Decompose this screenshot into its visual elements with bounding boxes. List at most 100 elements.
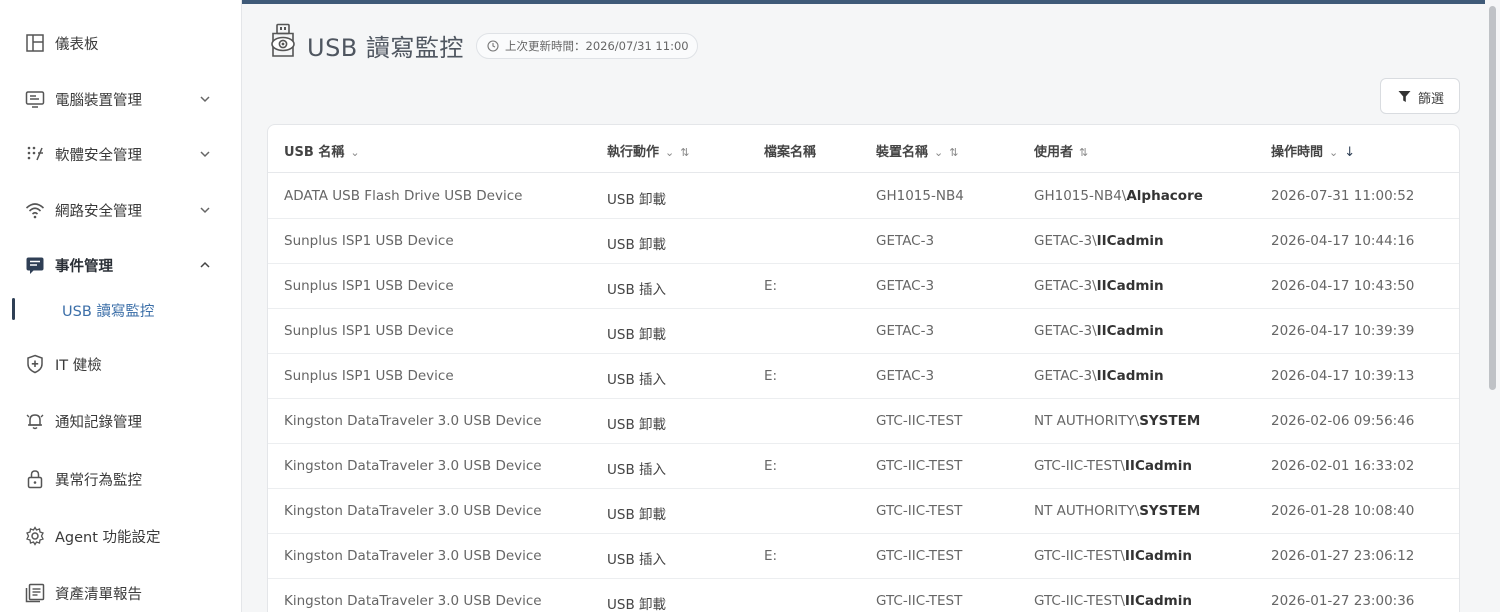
sort-icon: ⇅ (680, 146, 690, 159)
cell-file: E: (764, 278, 778, 294)
sidebar-item-network-security[interactable]: 網路安全管理 (0, 190, 241, 230)
sidebar-item-devices[interactable]: 電腦裝置管理 (0, 79, 241, 119)
user-domain: GH1015-NB4\ (1034, 188, 1127, 204)
sort-icon: ⇅ (949, 146, 959, 159)
cell-usb: Sunplus ISP1 USB Device (284, 368, 454, 384)
wifi-icon (25, 203, 45, 219)
user-domain: GTC-IIC-TEST\ (1034, 458, 1125, 474)
cell-file: E: (764, 368, 778, 384)
user-domain: NT AUTHORITY\ (1034, 503, 1140, 519)
cell-user: NT AUTHORITY\SYSTEM (1034, 413, 1200, 429)
sidebar-subitem-usb-monitor[interactable]: USB 讀寫監控 (0, 296, 241, 324)
cell-device: GTC-IIC-TEST (876, 593, 963, 609)
table-row[interactable]: Sunplus ISP1 USB Device USB 插入 E: GETAC-3 GE… (268, 264, 1459, 309)
cell-user: GETAC-3\IICadmin (1034, 323, 1164, 339)
cell-time: 2026-01-27 23:06:12 (1271, 548, 1415, 564)
sort-icon: ⇅ (1079, 146, 1089, 159)
cell-time: 2026-01-28 10:08:40 (1271, 503, 1415, 519)
user-domain: GETAC-3\ (1034, 368, 1097, 384)
usb-event-table: USB 名稱 ⌄ 執行動作 ⌄ ⇅ 檔案名稱 裝置名稱 ⌄ ⇅ 使用者 ⇅ 操作時間 ⌄ ↓ A… (267, 124, 1460, 612)
chevron-down-icon: ⌄ (1329, 146, 1339, 159)
filter-icon (1398, 91, 1411, 102)
last-updated-text: 上次更新時間：2026/07/31 11:00 (505, 39, 689, 53)
user-account: IICadmin (1124, 593, 1192, 609)
cell-device: GETAC-3 (876, 233, 935, 249)
column-header-device-name[interactable]: 裝置名稱 ⌄ ⇅ (876, 141, 958, 160)
table-row[interactable]: ADATA USB Flash Drive USB Device USB 卸載 GH… (268, 174, 1459, 219)
cell-user: GTC-IIC-TEST\IICadmin (1034, 593, 1192, 609)
table-row[interactable]: Sunplus ISP1 USB Device USB 插入 E: GETAC-3 GE… (268, 354, 1459, 399)
user-domain: GETAC-3\ (1034, 233, 1097, 249)
sidebar-item-label: 通知記錄管理 (55, 414, 142, 431)
cell-time: 2026-04-17 10:39:13 (1271, 368, 1415, 384)
sidebar-item-asset-report[interactable]: 資產清單報告 (0, 573, 241, 612)
sidebar-item-notification-log[interactable]: 通知記錄管理 (0, 401, 241, 441)
cell-user: GTC-IIC-TEST\IICadmin (1034, 458, 1192, 474)
cell-usb: Kingston DataTraveler 3.0 USB Device (284, 458, 542, 474)
cell-device: GETAC-3 (876, 278, 935, 294)
cell-usb: Sunplus ISP1 USB Device (284, 278, 454, 294)
user-account: IICadmin (1096, 278, 1164, 294)
cell-device: GETAC-3 (876, 368, 935, 384)
clock-icon (487, 40, 499, 52)
gear-icon (26, 526, 44, 546)
chevron-down-icon (200, 96, 210, 103)
user-account: IICadmin (1124, 458, 1192, 474)
table-row[interactable]: Kingston DataTraveler 3.0 USB Device USB … (268, 489, 1459, 534)
user-domain: NT AUTHORITY\ (1034, 413, 1140, 429)
sidebar-item-it-check[interactable]: IT 健檢 (0, 344, 241, 384)
usb-eye-icon (271, 23, 295, 57)
cell-action: USB 卸載 (607, 192, 667, 208)
monitor-icon (25, 91, 45, 108)
cell-device: GETAC-3 (876, 323, 935, 339)
cell-action: USB 卸載 (607, 237, 667, 253)
sidebar-item-label: 網路安全管理 (55, 203, 142, 220)
sidebar-item-software-security[interactable]: 軟體安全管理 (0, 134, 241, 174)
report-icon (25, 583, 45, 603)
user-account: IICadmin (1096, 323, 1164, 339)
column-header-operation-time[interactable]: 操作時間 ⌄ ↓ (1271, 141, 1355, 160)
column-header-usb-name[interactable]: USB 名稱 ⌄ (284, 141, 360, 160)
cell-usb: Kingston DataTraveler 3.0 USB Device (284, 413, 542, 429)
user-domain: GTC-IIC-TEST\ (1034, 548, 1125, 564)
table-row[interactable]: Kingston DataTraveler 3.0 USB Device USB … (268, 534, 1459, 579)
column-header-action[interactable]: 執行動作 ⌄ ⇅ (607, 141, 689, 160)
cell-device: GH1015-NB4 (876, 188, 964, 204)
sidebar-item-event-management[interactable]: 事件管理 (0, 245, 241, 285)
cell-user: GTC-IIC-TEST\IICadmin (1034, 548, 1192, 564)
column-header-user[interactable]: 使用者 ⇅ (1034, 141, 1088, 160)
table-row[interactable]: Kingston DataTraveler 3.0 USB Device USB … (268, 444, 1459, 489)
cell-action: USB 卸載 (607, 597, 667, 612)
table-row[interactable]: Sunplus ISP1 USB Device USB 卸載 GETAC-3 GETA… (268, 309, 1459, 354)
event-list-icon (26, 257, 44, 274)
sidebar-item-anomaly-monitor[interactable]: 異常行為監控 (0, 459, 241, 499)
cell-action: USB 插入 (607, 462, 667, 478)
cell-usb: ADATA USB Flash Drive USB Device (284, 188, 523, 204)
cell-device: GTC-IIC-TEST (876, 413, 963, 429)
sidebar-item-dashboard[interactable]: 儀表板 (0, 23, 241, 63)
chevron-down-icon (200, 207, 210, 214)
cell-usb: Kingston DataTraveler 3.0 USB Device (284, 503, 542, 519)
active-indicator (12, 298, 15, 320)
table-row[interactable]: Kingston DataTraveler 3.0 USB Device USB … (268, 399, 1459, 444)
cell-file: E: (764, 548, 778, 564)
page-scrollbar[interactable] (1489, 6, 1496, 390)
cell-user: GETAC-3\IICadmin (1034, 368, 1164, 384)
table-header: USB 名稱 ⌄ 執行動作 ⌄ ⇅ 檔案名稱 裝置名稱 ⌄ ⇅ 使用者 ⇅ 操作時間 ⌄ ↓ (268, 125, 1459, 173)
user-domain: GETAC-3\ (1034, 278, 1097, 294)
main-content: USB 讀寫監控 上次更新時間：2026/07/31 11:00 篩選 USB … (242, 4, 1485, 612)
cell-time: 2026-01-27 23:00:36 (1271, 593, 1415, 609)
sidebar-item-agent-settings[interactable]: Agent 功能設定 (0, 516, 241, 556)
cell-device: GTC-IIC-TEST (876, 503, 963, 519)
cell-device: GTC-IIC-TEST (876, 458, 963, 474)
user-account: SYSTEM (1139, 503, 1201, 519)
cell-time: 2026-04-17 10:44:16 (1271, 233, 1415, 249)
bell-icon (26, 414, 44, 430)
table-row[interactable]: Sunplus ISP1 USB Device USB 卸載 GETAC-3 GETA… (268, 219, 1459, 264)
filter-button[interactable]: 篩選 (1380, 78, 1460, 114)
last-updated-badge: 上次更新時間：2026/07/31 11:00 (476, 33, 698, 59)
chevron-down-icon: ⌄ (350, 146, 360, 159)
table-row[interactable]: Kingston DataTraveler 3.0 USB Device USB … (268, 579, 1459, 612)
chevron-down-icon (200, 151, 210, 158)
column-header-file-name: 檔案名稱 (764, 145, 817, 160)
